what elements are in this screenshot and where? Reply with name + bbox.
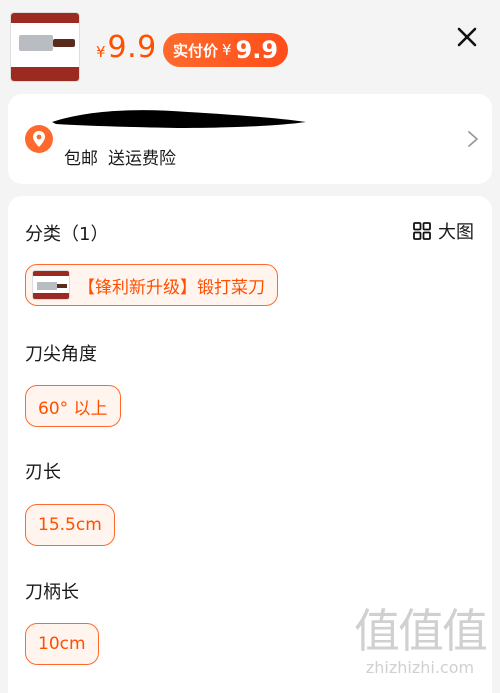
actual-price-currency: ¥ <box>221 41 232 59</box>
price-currency: ¥ <box>96 43 106 61</box>
close-icon <box>457 27 477 47</box>
actual-price-badge: 实付价 ¥ 9.9 <box>163 33 288 67</box>
product-header: ¥ 9.9 实付价 ¥ 9.9 <box>0 0 500 90</box>
option-chip-blade-length[interactable]: 15.5cm <box>25 504 115 546</box>
product-thumbnail[interactable] <box>10 12 80 82</box>
grid-icon <box>413 222 431 240</box>
option-chip-category[interactable]: 【锋利新升级】锻打菜刀 <box>25 264 278 306</box>
option-chip-handle-length[interactable]: 10cm <box>25 623 99 665</box>
chevron-right-icon <box>468 131 478 147</box>
option-chip-tip-angle[interactable]: 60° 以上 <box>25 385 121 427</box>
actual-price-label: 实付价 <box>172 41 218 60</box>
redacted-address <box>52 110 306 128</box>
option-chip-label: 【锋利新升级】锻打菜刀 <box>78 277 265 298</box>
close-button[interactable] <box>452 22 482 52</box>
big-view-label: 大图 <box>438 222 474 243</box>
free-shipping-tag: 包邮 <box>64 149 98 169</box>
variant-thumbnail <box>32 270 70 300</box>
return-insurance-tag: 送运费险 <box>108 149 176 169</box>
option-chip-label: 10cm <box>38 634 86 654</box>
handle-length-title: 刀柄长 <box>25 582 79 603</box>
big-view-button[interactable]: 大图 <box>412 218 474 244</box>
category-title: 分类（1） <box>25 224 109 245</box>
option-chip-label: 60° 以上 <box>38 398 108 419</box>
actual-price-value: 9.9 <box>235 36 279 64</box>
price-value: 9.9 <box>107 30 157 65</box>
tip-angle-title: 刀尖角度 <box>25 344 97 365</box>
shipping-tags: 包邮 送运费险 <box>64 144 176 169</box>
sku-options-card: 分类（1） 大图 【锋利新升级】锻打菜刀 刀尖角度 60° 以上 刃长 15.5… <box>8 196 492 693</box>
product-price: ¥ 9.9 <box>96 30 157 65</box>
blade-length-title: 刃长 <box>25 462 61 483</box>
option-chip-label: 15.5cm <box>38 515 102 535</box>
shipping-address-card[interactable]: 包邮 送运费险 <box>8 94 492 184</box>
